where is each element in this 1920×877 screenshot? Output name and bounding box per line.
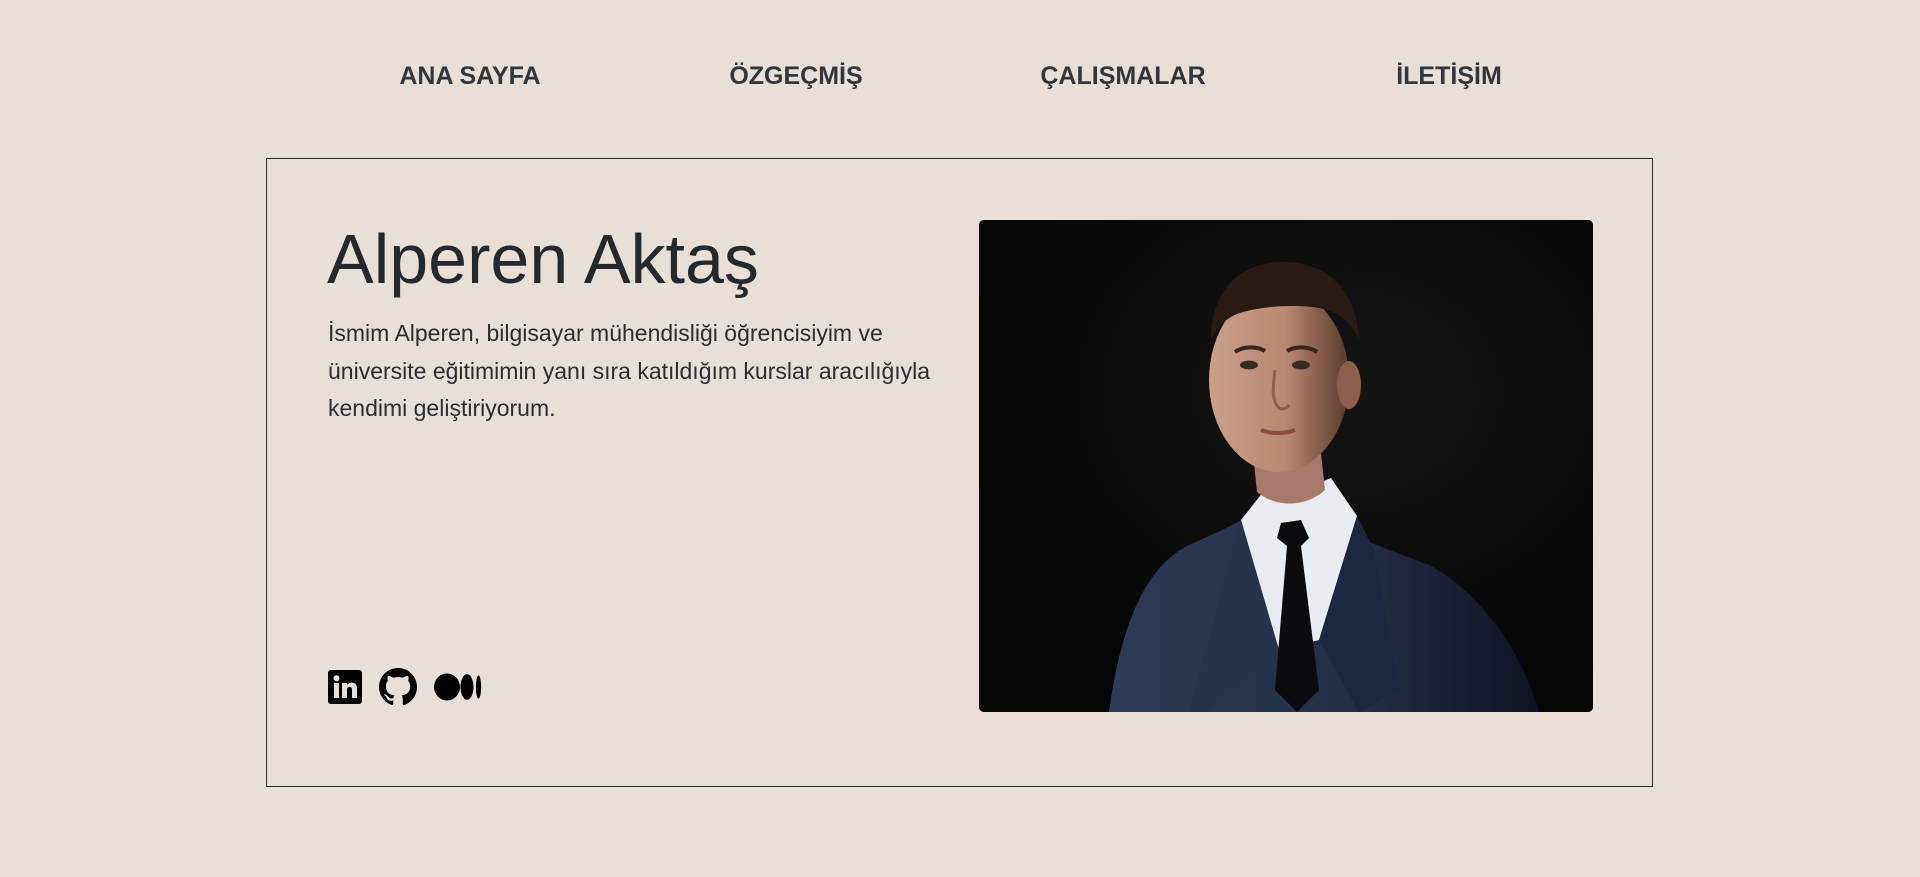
main-nav: ANA SAYFA ÖZGEÇMİŞ ÇALIŞMALAR İLETİŞİM [0,58,1920,98]
medium-link[interactable] [434,670,482,704]
social-links [328,668,482,706]
portrait-illustration [979,220,1593,712]
profile-photo [979,220,1593,712]
nav-link-works[interactable]: ÇALIŞMALAR [1040,62,1205,91]
medium-icon [434,673,482,701]
github-link[interactable] [379,668,417,706]
nav-link-contact[interactable]: İLETİŞİM [1396,62,1502,91]
linkedin-link[interactable] [328,670,362,704]
linkedin-icon [328,670,362,704]
github-icon [379,668,417,706]
nav-link-resume[interactable]: ÖZGEÇMİŞ [729,62,862,91]
hero-name: Alperen Aktaş [327,220,759,298]
hero-bio: İsmim Alperen, bilgisayar mühendisliği ö… [328,320,931,421]
hero-card: Alperen Aktaş İsmim Alperen, bilgisayar … [266,158,1653,787]
nav-link-home[interactable]: ANA SAYFA [399,62,540,91]
